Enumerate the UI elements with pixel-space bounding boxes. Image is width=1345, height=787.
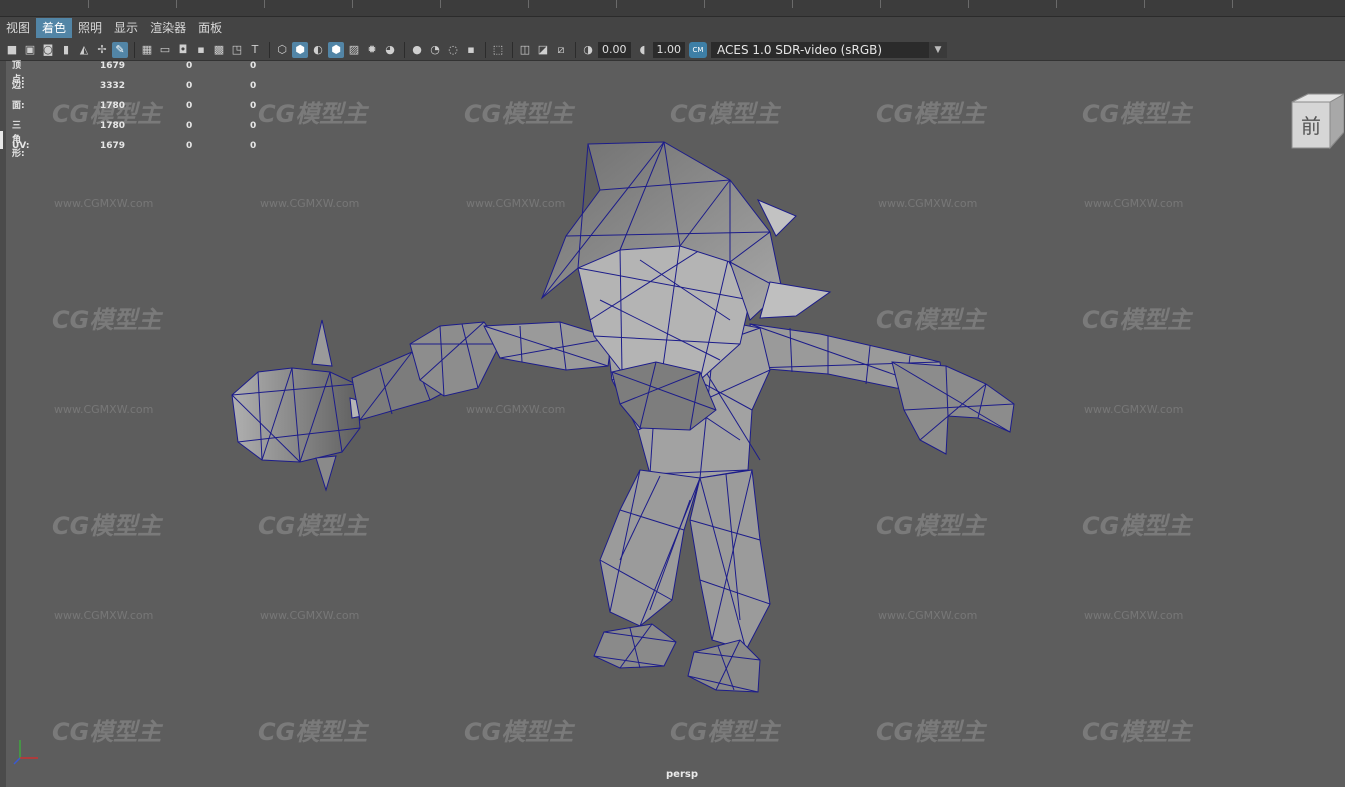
hud-value: 0	[186, 81, 193, 91]
view-transform-select[interactable]: ACES 1.0 SDR-video (sRGB) ▼	[711, 41, 947, 58]
hud-label: 边:	[12, 81, 25, 91]
gate-mask-icon[interactable]: ▪	[193, 42, 209, 58]
viewport-left-edge	[0, 61, 6, 787]
hud-label: 面:	[12, 101, 25, 111]
grease-pencil-icon[interactable]: ✎	[112, 41, 128, 58]
hud-value: 1679	[100, 61, 126, 71]
default-material-icon[interactable]: ◐	[310, 42, 326, 58]
hud-value: 0	[186, 121, 193, 131]
camera-icon[interactable]: ■	[4, 42, 20, 58]
xray-icon[interactable]: ◫	[517, 42, 533, 58]
isolate-select-icon[interactable]: ⬚	[490, 42, 506, 58]
grid-icon[interactable]: ▦	[139, 42, 155, 58]
wireframe-icon[interactable]: ⬡	[274, 42, 290, 58]
hud-value: 0	[186, 61, 193, 71]
hud-value: 0	[186, 141, 193, 151]
hud-value: 0	[250, 61, 257, 71]
hud-value: 1780	[100, 101, 126, 111]
hud-label: UV:	[12, 141, 30, 151]
menu-lighting[interactable]: 照明	[72, 18, 108, 38]
lights-icon[interactable]: ✹	[364, 42, 380, 58]
bookmark-icon[interactable]: ▮	[58, 42, 74, 58]
anti-aliasing-icon[interactable]: ◌	[445, 42, 461, 58]
depth-of-field-icon[interactable]: ▪	[463, 42, 479, 58]
hud-value: 0	[250, 121, 257, 131]
bandana-tail	[759, 281, 832, 319]
menu-renderer[interactable]: 渲染器	[144, 18, 192, 38]
two-d-pan-icon[interactable]: ✢	[94, 42, 110, 58]
menu-view[interactable]: 视图	[0, 18, 36, 38]
right-hand	[891, 361, 1015, 455]
hud-value: 1679	[100, 141, 126, 151]
menu-panels[interactable]: 面板	[192, 18, 228, 38]
hud-value: 0	[186, 101, 193, 111]
wireframe-on-shaded-icon[interactable]: ⬢	[328, 41, 344, 58]
hud-value: 3332	[100, 81, 126, 91]
xray-joints-icon[interactable]: ⧄	[553, 42, 569, 58]
axis-gizmo	[13, 740, 38, 765]
xray-active-icon[interactable]: ◪	[535, 42, 551, 58]
smooth-shade-icon[interactable]: ⬢	[292, 41, 308, 58]
menu-show[interactable]: 显示	[108, 18, 144, 38]
timeline-strip	[0, 0, 1345, 17]
hud-value: 1780	[100, 121, 126, 131]
chevron-down-icon[interactable]: ▼	[929, 41, 947, 58]
safe-action-icon[interactable]: ◳	[229, 42, 245, 58]
hud-value: 0	[250, 141, 257, 151]
textured-icon[interactable]: ▨	[346, 42, 362, 58]
hud-value: 0	[250, 101, 257, 111]
resolution-gate-icon[interactable]: ◘	[175, 42, 191, 58]
view-transform-value: ACES 1.0 SDR-video (sRGB)	[717, 42, 883, 57]
field-chart-icon[interactable]: ▩	[211, 42, 227, 58]
gamma-field[interactable]: 1.00	[652, 41, 685, 58]
club-spike	[315, 455, 337, 492]
color-management-icon[interactable]: CM	[689, 41, 707, 58]
perspective-viewport[interactable]	[0, 61, 1345, 787]
view-cube[interactable]: 前	[1286, 92, 1344, 150]
exposure-field[interactable]: 0.00	[598, 41, 631, 58]
character-mesh[interactable]	[0, 61, 1345, 787]
film-gate-icon[interactable]: ▭	[157, 42, 173, 58]
club-spike	[311, 319, 333, 367]
menu-shading[interactable]: 着色	[36, 18, 73, 38]
motion-blur-icon[interactable]: ◔	[427, 42, 443, 58]
exposure-icon[interactable]: ◑	[580, 42, 596, 58]
camera-attributes-icon[interactable]: ◙	[40, 42, 56, 58]
gamma-icon[interactable]: ◖	[635, 42, 651, 58]
panel-toolbar: ■ ▣ ◙ ▮ ◭ ✢ ✎ ▦ ▭ ◘ ▪ ▩ ◳ T ⬡ ⬢ ◐ ⬢ ▨ ✹ …	[0, 39, 1345, 61]
ambient-occlusion-icon[interactable]: ●	[409, 42, 425, 58]
camera-name-label: persp	[666, 769, 698, 780]
panel-menubar: 视图 着色 照明 显示 渲染器 面板	[0, 17, 1345, 39]
hud-value: 0	[250, 81, 257, 91]
image-plane-icon[interactable]: ◭	[76, 42, 92, 58]
shadows-icon[interactable]: ◕	[382, 42, 398, 58]
view-cube-front-label[interactable]: 前	[1301, 114, 1321, 138]
safe-title-icon[interactable]: T	[247, 42, 263, 58]
right-leg	[689, 469, 771, 651]
lock-camera-icon[interactable]: ▣	[22, 42, 38, 58]
